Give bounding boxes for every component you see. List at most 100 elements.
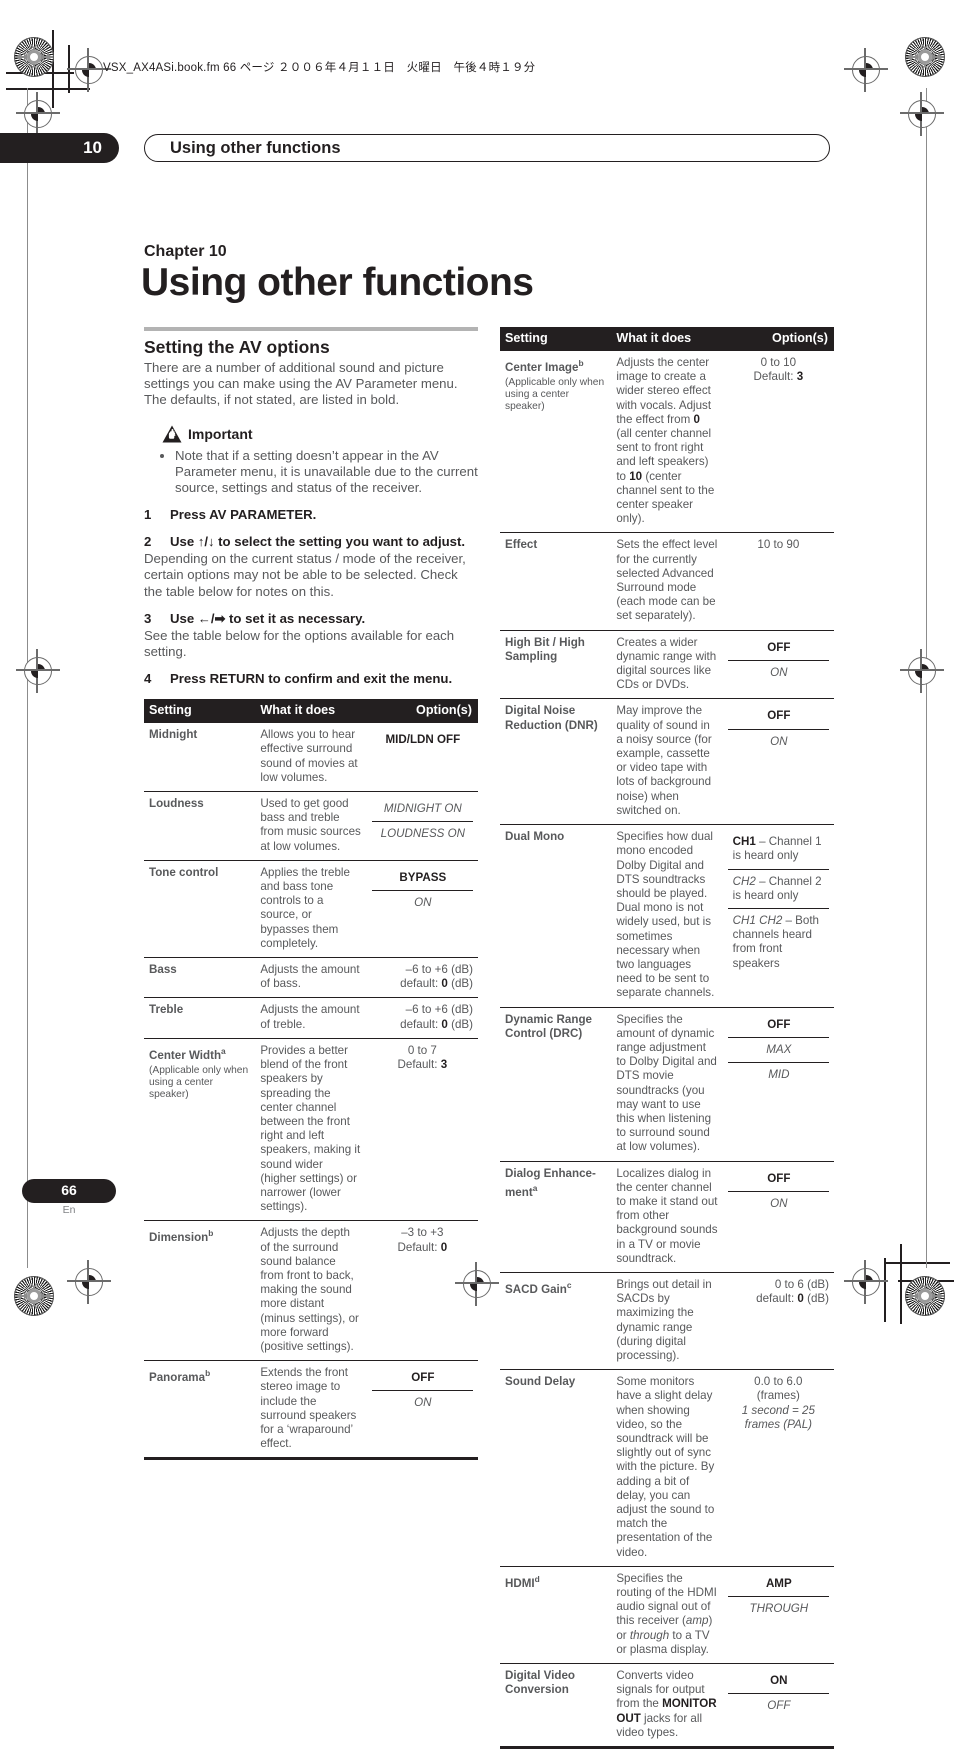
rosette-mark-top-right	[905, 37, 945, 77]
step-4-text: Press RETURN to confirm and exit the men…	[170, 671, 453, 687]
option-value: AMP	[765, 1576, 792, 1590]
option-value: 0 to 6 (dB)	[774, 1277, 829, 1291]
cell-description: Specifies how dual mono encoded Dolby Di…	[611, 824, 723, 1008]
section-title: Setting the AV options	[144, 337, 330, 357]
cell-setting: Treble	[144, 997, 256, 1039]
cell-options: OFF ON	[722, 1160, 834, 1273]
up-down-arrow-icon: ↑/↓	[197, 534, 215, 550]
cell-description: Used to get good bass and treble from mu…	[255, 791, 367, 861]
left-right-arrow-icon: ←/➡	[197, 610, 226, 626]
av-options-table-right: Setting What it does Option(s) Center Im…	[500, 327, 834, 1747]
cell-description: Provides a better blend of the front spe…	[255, 1037, 367, 1221]
table-row: SACD Gainc Brings out detail in SACDs by …	[500, 1271, 834, 1370]
table-row: Dynamic Range Control (DRC) Specifies the…	[500, 1006, 834, 1162]
option-value: ON	[371, 890, 473, 915]
step-1-text: Press AV PARAMETER.	[170, 507, 317, 523]
option-value: default: 0 (dB)	[756, 1292, 829, 1306]
cell-description: Applies the treble and bass tone control…	[255, 859, 367, 958]
option-value: MAX	[727, 1036, 829, 1062]
registration-target-bottom-left	[67, 1260, 111, 1304]
crop-mark-br-v2	[884, 1258, 886, 1322]
cell-description: May improve the quality of sound in a no…	[611, 698, 723, 825]
table-row: Center Widtha (Applicable only when using…	[144, 1037, 478, 1221]
cell-setting: Digital Video Conversion	[500, 1663, 612, 1747]
important-label: Important	[188, 425, 253, 442]
crop-mark-tl-v	[52, 30, 54, 108]
option-value: default: 0 (dB)	[400, 977, 473, 991]
option-value: (frames)	[756, 1389, 800, 1403]
option-value: MIDNIGHT ON	[383, 802, 462, 816]
cell-options: MID/LDN OFF	[366, 722, 478, 792]
table-row: Panoramab Extends the front stereo image …	[144, 1360, 478, 1458]
table-row: Center Imageb (Applicable only when using…	[500, 349, 834, 533]
cell-setting: Effect	[500, 532, 612, 631]
cell-description: Specifies the routing of the HDMI audio …	[611, 1565, 723, 1664]
cell-options: ON OFF	[722, 1663, 834, 1747]
running-head-pill: Using other functions	[144, 134, 830, 162]
option-value: –6 to +6 (dB)	[405, 963, 473, 977]
option-value: 0 to 10	[760, 356, 797, 369]
step-1: 1 Press AV PARAMETER.	[144, 507, 478, 523]
step-3-number: 3	[144, 610, 152, 626]
option-value: ON	[371, 1390, 473, 1415]
option-value: MID	[727, 1061, 829, 1087]
table-row: Sound Delay Some monitors have a slight d…	[500, 1369, 834, 1567]
cell-setting: Bass	[144, 957, 256, 998]
option-value: CH2 – Channel 2 is heard only	[727, 868, 829, 908]
option-value: THROUGH	[727, 1596, 829, 1621]
cell-setting: HDMId	[500, 1565, 612, 1664]
step-3-text-post: to set it as necessary.	[225, 610, 366, 626]
av-options-table-left: Setting What it does Option(s) Midnight A…	[144, 699, 478, 1458]
step-1-heading: 1 Press AV PARAMETER.	[144, 507, 478, 523]
running-head-title: Using other functions	[170, 139, 341, 157]
running-head-chapter-number: 10	[83, 138, 102, 157]
cell-description: Extends the front stereo image to includ…	[255, 1360, 367, 1458]
table-header-row: Setting What it does Option(s)	[144, 699, 478, 723]
step-4-number: 4	[144, 671, 152, 687]
cell-description: Converts video signals for output from t…	[611, 1663, 723, 1747]
cell-options: 0 to 6 (dB) default: 0 (dB)	[722, 1271, 834, 1370]
step-3-body: See the table below for the options avai…	[144, 627, 455, 660]
important-heading: Important	[162, 425, 478, 443]
cell-options: BYPASS ON	[366, 859, 478, 958]
cell-setting: Dual Mono	[500, 824, 612, 1008]
step-2: 2 Use ↑/↓ to select the setting you want …	[144, 534, 478, 600]
important-bullet-list: Note that if a setting doesn’t appear in…	[162, 448, 478, 497]
cell-setting: Dynamic Range Control (DRC)	[500, 1006, 612, 1162]
table-body-left: Midnight Allows you to hear effective sur…	[144, 722, 478, 1458]
table-row: Dual Mono Specifies how dual mono encoded…	[500, 824, 834, 1008]
cell-options: –6 to +6 (dB) default: 0 (dB)	[366, 957, 478, 998]
registration-target-bottom-right	[844, 1260, 888, 1304]
table-body-right: Center Imageb (Applicable only when using…	[500, 349, 834, 1747]
option-value: Default: 0	[397, 1240, 448, 1254]
option-value: MID/LDN OFF	[385, 733, 461, 747]
table-row: Dimensionb Adjusts the depth of the surro…	[144, 1220, 478, 1361]
page-language-code: En	[62, 1204, 76, 1216]
cell-setting: Dialog Enhance-menta	[500, 1160, 612, 1273]
option-value: default: 0 (dB)	[400, 1017, 473, 1031]
table-row: Treble Adjusts the amount of treble. –6 to…	[144, 997, 478, 1039]
option-value: CH1 – Channel 1 is heard only	[732, 835, 822, 863]
cell-description: Brings out detail in SACDs by maximizing…	[611, 1271, 723, 1370]
cell-options: MIDNIGHT ON LOUDNESS ON	[366, 791, 478, 861]
step-4-heading: 4 Press RETURN to confirm and exit the me…	[144, 671, 478, 687]
table-row: Effect Sets the effect level for the curr…	[500, 532, 834, 631]
cell-options: OFF ON	[722, 698, 834, 825]
step-2-number: 2	[144, 534, 152, 550]
cell-options: 0.0 to 6.0 (frames) 1 second = 25 frames (…	[722, 1369, 834, 1567]
cell-setting: Midnight	[144, 722, 256, 792]
cell-description: Specifies the amount of dynamic range ad…	[611, 1006, 723, 1162]
cell-options: CH1 – Channel 1 is heard only CH2 – Chann…	[722, 824, 834, 1008]
cell-description: Some monitors have a slight delay when s…	[611, 1369, 723, 1567]
option-value: ON	[727, 728, 829, 754]
step-2-text-pre: Use	[170, 534, 198, 550]
cell-setting: SACD Gainc	[500, 1271, 612, 1370]
rosette-mark-bottom-left	[14, 1276, 54, 1316]
table-row: Tone control Applies the treble and bass …	[144, 859, 478, 958]
registration-target-mid-left	[16, 649, 60, 693]
page-number-tab: 66	[22, 1179, 116, 1203]
col-header-setting: Setting	[500, 327, 612, 351]
option-value: OFF	[767, 1171, 791, 1185]
table-row: Digital Noise Reduction (DNR) May improve…	[500, 698, 834, 825]
step-4: 4 Press RETURN to confirm and exit the me…	[144, 671, 478, 687]
